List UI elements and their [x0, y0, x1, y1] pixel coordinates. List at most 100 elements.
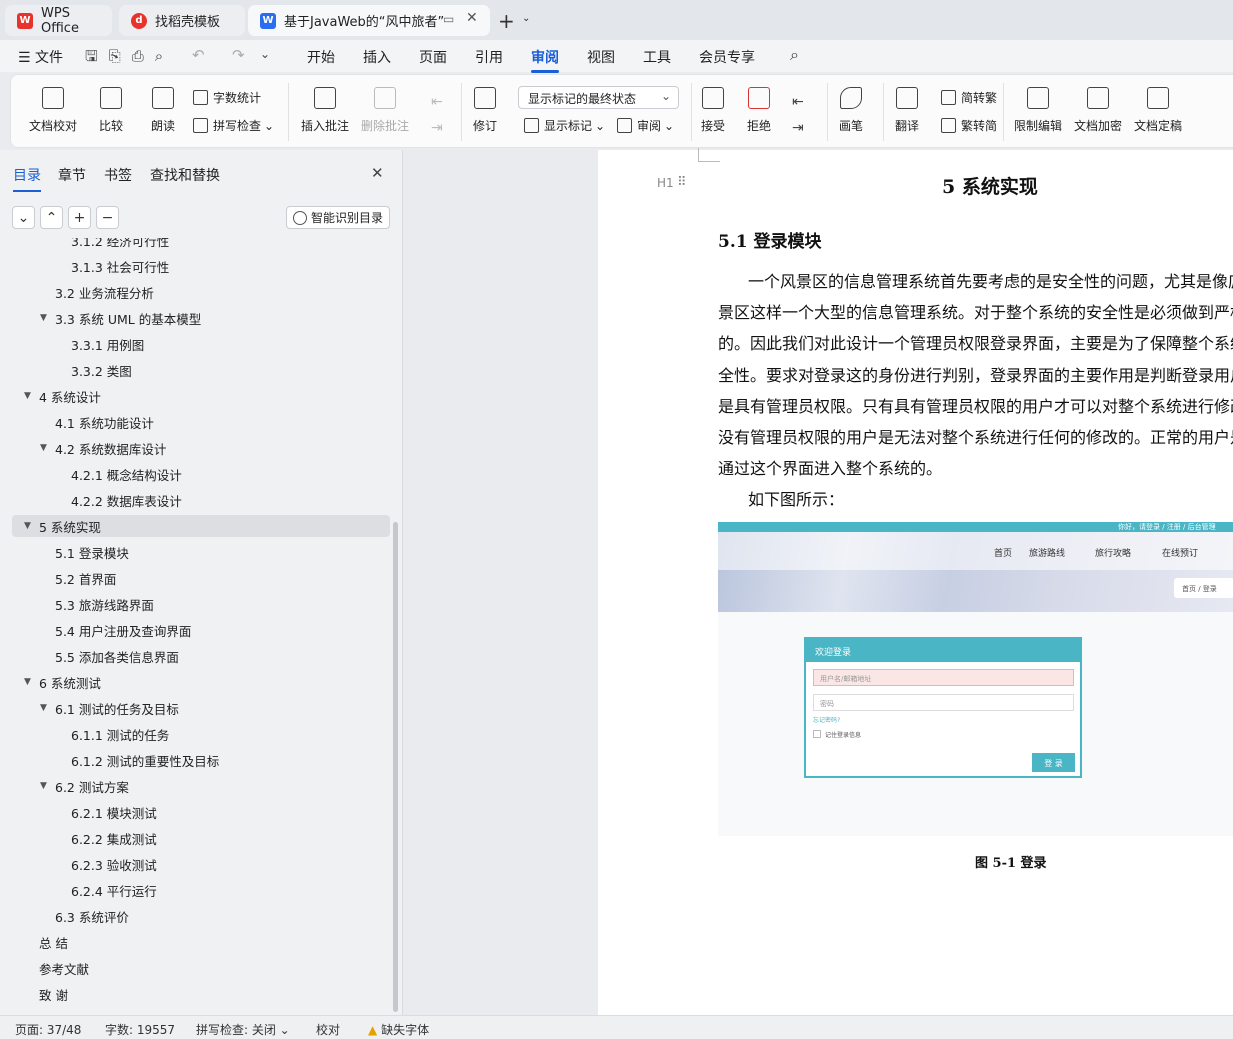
toc-item[interactable]: ▼ 6.2 测试方案	[0, 775, 390, 797]
toc-item[interactable]: 5.1 登录模块	[0, 541, 390, 563]
word-count[interactable]: 字数: 19557	[105, 1021, 175, 1038]
doc-check-button[interactable]: 文档校对	[29, 87, 77, 134]
menu-reference[interactable]: 引用	[475, 47, 503, 67]
insert-comment-button[interactable]: 插入批注	[301, 87, 349, 134]
expand-arrow-icon[interactable]: ▼	[24, 521, 31, 531]
toc-item[interactable]: 6.2.2 集成测试	[0, 827, 390, 849]
undo-icon[interactable]: ↶	[192, 46, 205, 64]
expand-arrow-icon[interactable]: ▼	[24, 677, 31, 687]
toc-item[interactable]: 3.3.2 类图	[0, 359, 390, 381]
spell-check-status[interactable]: 拼写检查: 关闭 ⌄	[196, 1021, 290, 1038]
toc-item[interactable]: ▼ 4 系统设计	[0, 385, 390, 407]
toc-item[interactable]: ▼ 6.1 测试的任务及目标	[0, 697, 390, 719]
read-aloud-button[interactable]: 朗读	[151, 87, 175, 134]
revise-button[interactable]: 修订	[473, 87, 497, 134]
expand-arrow-icon[interactable]: ▼	[40, 313, 47, 323]
chevron-down-icon[interactable]: ⌄	[522, 13, 530, 24]
toc-item[interactable]: 3.2 业务流程分析	[0, 281, 390, 303]
restrict-edit-button[interactable]: 限制编辑	[1014, 87, 1062, 134]
translate-button[interactable]: 翻译	[895, 87, 919, 134]
missing-font-status[interactable]: ▲ 缺失字体	[368, 1021, 429, 1038]
close-tab-icon[interactable]: ✕	[466, 10, 478, 26]
toc-item[interactable]: ▼ 6 系统测试	[0, 671, 390, 693]
search-icon[interactable]: ⌕	[790, 45, 799, 65]
file-menu[interactable]: ☰ 文件	[18, 47, 63, 67]
expand-arrow-icon[interactable]: ▼	[24, 391, 31, 401]
drag-handle-icon[interactable]: ⠿	[677, 175, 687, 190]
accept-button[interactable]: 接受	[701, 87, 725, 134]
scrollbar[interactable]	[393, 522, 398, 1012]
delete-comment-button[interactable]: 删除批注	[361, 87, 409, 134]
smart-toc-button[interactable]: 智能识别目录	[286, 206, 390, 229]
remove-icon[interactable]: −	[96, 206, 119, 229]
toc-item[interactable]: 4.2.1 概念结构设计	[0, 463, 390, 485]
simp-to-trad-button[interactable]: 简转繁	[941, 89, 997, 106]
menu-vip[interactable]: 会员专享	[699, 47, 755, 67]
toc-item[interactable]: 4.1 系统功能设计	[0, 411, 390, 433]
show-markup-button[interactable]: 显示标记 ⌄	[524, 117, 605, 134]
expand-down-icon[interactable]: ⌄	[12, 206, 35, 229]
tab-wps-office[interactable]: W WPS Office	[5, 5, 112, 36]
toc-item[interactable]: 5.2 首界面	[0, 567, 390, 589]
prev-next-change-icon[interactable]: ⇤ ⇥	[792, 89, 804, 141]
new-tab-icon[interactable]: +	[498, 9, 515, 33]
toc-item[interactable]: 3.3.1 用例图	[0, 333, 390, 355]
trad-to-simp-button[interactable]: 繁转简	[941, 117, 997, 134]
review-pane-button[interactable]: 审阅 ⌄	[617, 117, 674, 134]
compare-button[interactable]: 比较	[99, 87, 123, 134]
menu-start[interactable]: 开始	[307, 47, 335, 67]
toc-item[interactable]: 6.3 系统评价	[0, 905, 390, 927]
expand-arrow-icon[interactable]: ▼	[40, 443, 47, 453]
toc-item-label: 3.1.2 经济可行性	[71, 238, 170, 249]
reject-button[interactable]: 拒绝	[747, 87, 771, 134]
menu-view[interactable]: 视图	[587, 47, 615, 67]
menu-tools[interactable]: 工具	[643, 47, 671, 67]
proofread-status[interactable]: 校对	[316, 1021, 340, 1038]
toc-item[interactable]: 4.2.2 数据库表设计	[0, 489, 390, 511]
toc-item[interactable]: ▼ 3.3 系统 UML 的基本模型	[0, 307, 390, 329]
toc-item[interactable]: 6.1.2 测试的重要性及目标	[0, 749, 390, 771]
markup-state-select[interactable]: 显示标记的最终状态 ⌄	[518, 86, 679, 109]
menu-review[interactable]: 审阅	[531, 47, 559, 73]
quick-access-icons[interactable]: 🖫⎘⎙⌕	[85, 46, 174, 71]
tab-chapters[interactable]: 章节	[58, 165, 86, 185]
expand-arrow-icon[interactable]: ▼	[40, 703, 47, 713]
finalize-button[interactable]: 文档定稿	[1134, 87, 1182, 134]
spell-check-button[interactable]: 拼写检查 ⌄	[193, 117, 274, 134]
toc-item[interactable]: 3.1.3 社会可行性	[0, 255, 390, 277]
toc-item[interactable]: 6.2.4 平行运行	[0, 879, 390, 901]
prev-next-comment-icon[interactable]: ⇤ ⇥	[431, 89, 443, 141]
toc-item[interactable]: 6.2.3 验收测试	[0, 853, 390, 875]
page-indicator[interactable]: 页面: 37/48	[15, 1021, 81, 1038]
tab-template[interactable]: d 找稻壳模板	[119, 5, 245, 36]
toc-item[interactable]: 3.1.2 经济可行性	[0, 238, 390, 251]
add-icon[interactable]: +	[68, 206, 91, 229]
toc-item[interactable]: 5.5 添加各类信息界面	[0, 645, 390, 667]
toc-item[interactable]: 致 谢	[0, 983, 390, 1005]
toc-item[interactable]: 6.1.1 测试的任务	[0, 723, 390, 745]
tab-find-replace[interactable]: 查找和替换	[150, 165, 220, 185]
word-count-button[interactable]: 字数统计	[193, 89, 261, 106]
encrypt-button[interactable]: 文档加密	[1074, 87, 1122, 134]
toc-item[interactable]: ▼ 5 系统实现	[12, 515, 390, 537]
redo-icon[interactable]: ↷	[232, 46, 245, 64]
toc-item[interactable]: 5.4 用户注册及查询界面	[0, 619, 390, 641]
tab-toc[interactable]: 目录	[13, 165, 41, 192]
close-icon[interactable]: ✕	[371, 164, 384, 182]
separator	[827, 83, 828, 141]
toc-item[interactable]: 6.2.1 模块测试	[0, 801, 390, 823]
tab-document[interactable]: W 基于JavaWeb的“风中旅者” ▭ ✕	[248, 5, 490, 36]
tab-bookmarks[interactable]: 书签	[104, 165, 132, 185]
draw-button[interactable]: 画笔	[839, 87, 863, 134]
collapse-up-icon[interactable]: ⌃	[40, 206, 63, 229]
more-icon[interactable]: ⌄	[260, 47, 270, 61]
expand-arrow-icon[interactable]: ▼	[40, 781, 47, 791]
menu-insert[interactable]: 插入	[363, 47, 391, 67]
toc-item[interactable]: ▼ 4.2 系统数据库设计	[0, 437, 390, 459]
toc-item[interactable]: 5.3 旅游线路界面	[0, 593, 390, 615]
menu-page[interactable]: 页面	[419, 47, 447, 67]
toc-item[interactable]: 参考文献	[0, 957, 390, 979]
heading-marker[interactable]: H1	[657, 176, 674, 190]
toc-item[interactable]: 总 结	[0, 931, 390, 953]
window-icon[interactable]: ▭	[443, 12, 454, 26]
